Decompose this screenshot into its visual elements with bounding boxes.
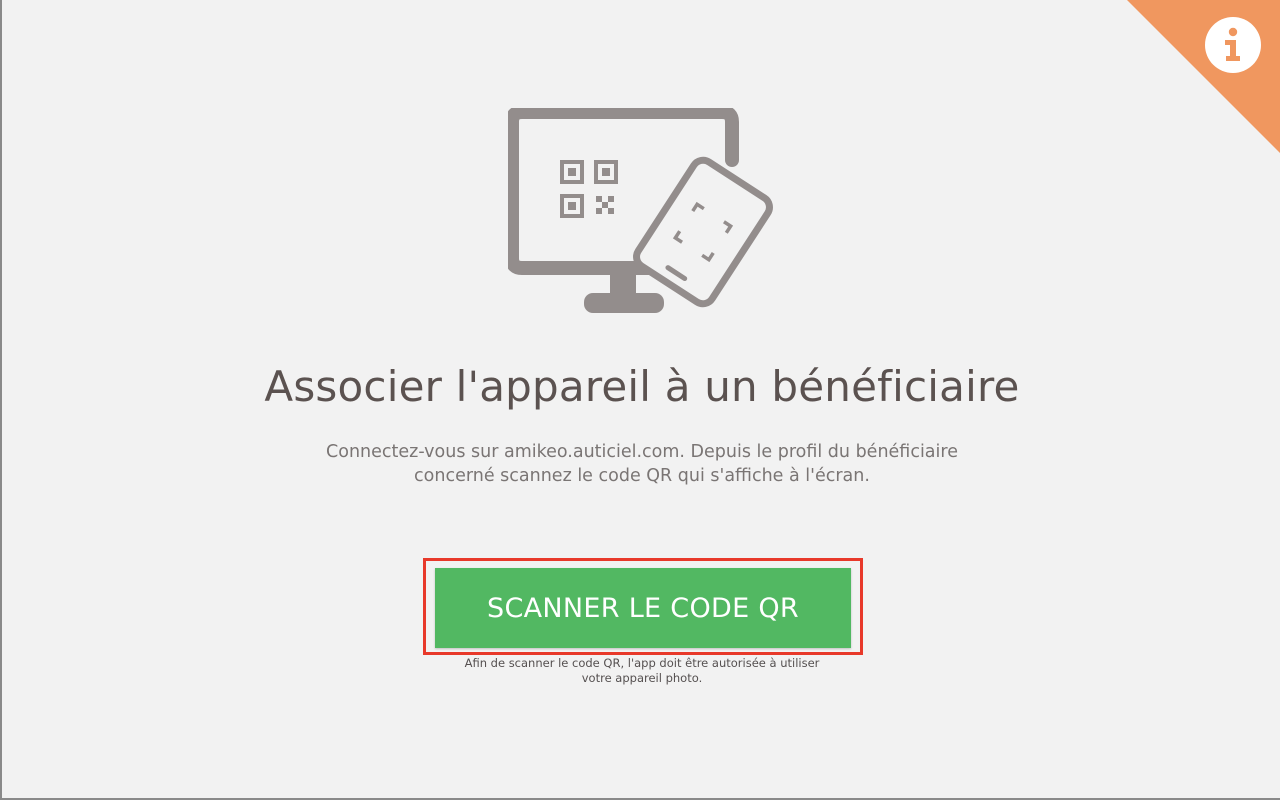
instructions-text: Connectez-vous sur amikeo.auticiel.com. …	[292, 440, 992, 488]
scan-button-highlight: SCANNER LE CODE QR	[423, 558, 863, 655]
monitor-qr-tablet-icon	[508, 108, 773, 313]
scan-qr-button[interactable]: SCANNER LE CODE QR	[435, 568, 851, 648]
info-button[interactable]	[1205, 17, 1261, 73]
camera-note-line-1: Afin de scanner le code QR, l'app doit ê…	[464, 656, 820, 670]
info-icon	[1225, 27, 1240, 61]
instructions-line-2: concerné scannez le code QR qui s'affich…	[414, 466, 870, 486]
page-title: Associer l'appareil à un bénéficiaire	[264, 362, 1020, 411]
instructions-line-1: Connectez-vous sur amikeo.auticiel.com. …	[326, 442, 958, 462]
info-corner	[1127, 0, 1280, 153]
camera-note-line-2: votre appareil photo.	[581, 671, 703, 685]
app-screen: Associer l'appareil à un bénéficiaire Co…	[0, 0, 1280, 800]
camera-permission-note: Afin de scanner le code QR, l'app doit ê…	[392, 656, 892, 686]
